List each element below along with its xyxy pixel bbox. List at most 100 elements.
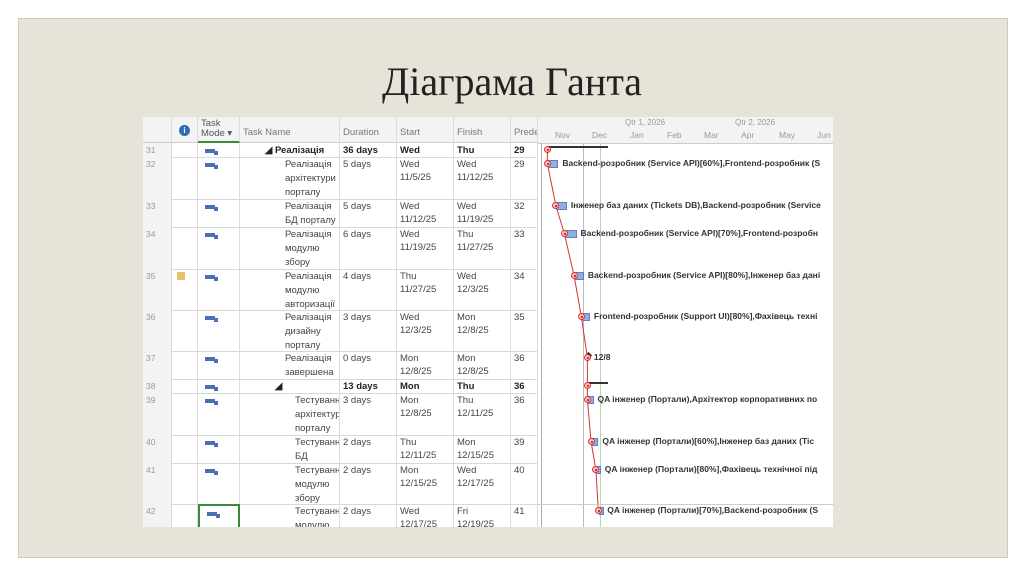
table-row[interactable]: 39 Тестування архітектури порталу3 daysMo… <box>143 393 538 436</box>
task-mode-cell[interactable] <box>198 310 240 351</box>
table-row[interactable]: 37 Реалізація завершена 0 days Mon 12/8/25 M… <box>143 351 538 380</box>
task-mode-cell[interactable] <box>198 504 240 527</box>
start-cell[interactable]: Wed 11/5/25 <box>397 157 454 199</box>
predecessors-cell[interactable]: 35 <box>511 310 538 351</box>
task-mode-cell[interactable] <box>198 227 240 269</box>
task-mode-cell[interactable] <box>198 435 240 463</box>
predecessors-cell[interactable]: 29 <box>511 143 538 157</box>
task-name-cell[interactable]: ◢ Реалізація <box>240 143 340 157</box>
start-cell[interactable]: Mon 12/8/25 <box>397 379 454 393</box>
task-name-cell[interactable]: Тестування модулю <box>240 504 340 527</box>
task-mode-cell[interactable] <box>198 379 240 393</box>
table-row[interactable]: 33 Реалізація БД порталу 5 days Wed 11/12/2… <box>143 199 538 228</box>
table-row[interactable]: 36 Реалізація дизайну порталу 3 days Wed 12… <box>143 310 538 352</box>
task-mode-cell[interactable] <box>198 143 240 157</box>
summary-bar[interactable] <box>547 146 609 148</box>
predecessors-cell[interactable]: 34 <box>511 269 538 310</box>
task-name-cell[interactable]: Реалізація архітектури порталу <box>240 157 340 199</box>
task-name-cell[interactable]: Реалізація БД порталу <box>240 199 340 227</box>
row-number[interactable]: 42 <box>143 504 172 527</box>
row-number[interactable]: 39 <box>143 393 172 435</box>
row-number[interactable]: 40 <box>143 435 172 463</box>
predecessors-header[interactable]: Predec <box>511 117 538 143</box>
table-row[interactable]: 31 ◢ Реалізація36 daysWed 11/5/25Thu 12/2… <box>143 143 538 158</box>
finish-cell[interactable]: Mon 12/8/25 <box>454 351 511 379</box>
duration-cell[interactable]: 13 days <box>340 379 397 393</box>
row-number[interactable]: 41 <box>143 463 172 504</box>
finish-cell[interactable]: Thu 12/25/25 <box>454 379 511 393</box>
task-name-cell[interactable]: ◢ Тестування <box>240 379 340 393</box>
finish-cell[interactable]: Mon 12/15/25 <box>454 435 511 463</box>
start-cell[interactable]: Wed 11/12/25 <box>397 199 454 227</box>
finish-cell[interactable]: Thu 12/25/25 <box>454 143 511 157</box>
duration-cell[interactable]: 0 days <box>340 351 397 379</box>
table-row[interactable]: 34 Реалізація модулю збору даних6 daysWed… <box>143 227 538 270</box>
task-name-cell[interactable]: Тестування модулю збору <box>240 463 340 504</box>
predecessors-cell[interactable]: 29 <box>511 157 538 199</box>
finish-cell[interactable]: Fri 12/19/25 <box>454 504 511 527</box>
duration-cell[interactable]: 6 days <box>340 227 397 269</box>
finish-cell[interactable]: Wed 12/3/25 <box>454 269 511 310</box>
start-cell[interactable]: Thu 11/27/25 <box>397 269 454 310</box>
start-cell[interactable]: Wed 11/5/25 <box>397 143 454 157</box>
finish-cell[interactable]: Thu 11/27/25 <box>454 227 511 269</box>
task-mode-cell[interactable] <box>198 199 240 227</box>
predecessors-cell[interactable]: 36 <box>511 351 538 379</box>
finish-cell[interactable]: Thu 12/11/25 <box>454 393 511 435</box>
start-cell[interactable]: Mon 12/8/25 <box>397 393 454 435</box>
start-cell[interactable]: Mon 12/15/25 <box>397 463 454 504</box>
table-row[interactable]: 42 Тестування модулю2 daysWed 12/17/25Fri… <box>143 504 538 527</box>
finish-cell[interactable]: Wed 11/19/25 <box>454 199 511 227</box>
table-row[interactable]: 40 Тестування БД2 daysThu 12/11/25Mon 12/… <box>143 435 538 464</box>
predecessors-cell[interactable]: 32 <box>511 199 538 227</box>
table-row[interactable]: 35 Реалізація модулю авторизації 4 days Thu… <box>143 269 538 311</box>
finish-cell[interactable]: Wed 12/17/25 <box>454 463 511 504</box>
task-name-cell[interactable]: Тестування БД <box>240 435 340 463</box>
duration-cell[interactable]: 3 days <box>340 393 397 435</box>
start-cell[interactable]: Wed 11/19/25 <box>397 227 454 269</box>
start-cell[interactable]: Wed 12/3/25 <box>397 310 454 351</box>
duration-header[interactable]: Duration <box>340 117 397 143</box>
duration-cell[interactable]: 2 days <box>340 504 397 527</box>
row-number[interactable]: 32 <box>143 157 172 199</box>
row-number[interactable]: 33 <box>143 199 172 227</box>
row-number[interactable]: 37 <box>143 351 172 379</box>
predecessors-cell[interactable]: 36 <box>511 393 538 435</box>
table-row[interactable]: 38 ◢ Тестування13 daysMon 12/8/25Thu 12/2… <box>143 379 538 394</box>
predecessors-cell[interactable]: 41 <box>511 504 538 527</box>
row-number[interactable]: 31 <box>143 143 172 157</box>
task-name-cell[interactable]: Реалізація дизайну порталу <box>240 310 340 351</box>
duration-cell[interactable]: 5 days <box>340 199 397 227</box>
row-number[interactable]: 36 <box>143 310 172 351</box>
task-name-cell[interactable]: Тестування архітектури порталу <box>240 393 340 435</box>
task-mode-cell[interactable] <box>198 393 240 435</box>
row-number[interactable]: 38 <box>143 379 172 393</box>
duration-cell[interactable]: 3 days <box>340 310 397 351</box>
finish-header[interactable]: Finish <box>454 117 511 143</box>
task-mode-cell[interactable] <box>198 351 240 379</box>
duration-cell[interactable]: 2 days <box>340 435 397 463</box>
task-mode-cell[interactable] <box>198 269 240 310</box>
start-cell[interactable]: Wed 12/17/25 <box>397 504 454 527</box>
start-cell[interactable]: Thu 12/11/25 <box>397 435 454 463</box>
finish-cell[interactable]: Wed 11/12/25 <box>454 157 511 199</box>
task-mode-cell[interactable] <box>198 157 240 199</box>
row-number[interactable]: 34 <box>143 227 172 269</box>
duration-cell[interactable]: 36 days <box>340 143 397 157</box>
duration-cell[interactable]: 2 days <box>340 463 397 504</box>
finish-cell[interactable]: Mon 12/8/25 <box>454 310 511 351</box>
task-name-header[interactable]: Task Name <box>240 117 340 143</box>
task-name-cell[interactable]: Реалізація модулю збору даних <box>240 227 340 269</box>
summary-bar[interactable] <box>587 382 609 384</box>
duration-cell[interactable]: 4 days <box>340 269 397 310</box>
predecessors-cell[interactable]: 33 <box>511 227 538 269</box>
task-mode-cell[interactable] <box>198 463 240 504</box>
table-row[interactable]: 41 Тестування модулю збору2 daysMon 12/15… <box>143 463 538 505</box>
note-icon[interactable] <box>177 272 185 280</box>
table-row[interactable]: 32 Реалізація архітектури порталу 5 days We… <box>143 157 538 200</box>
predecessors-cell[interactable]: 39 <box>511 435 538 463</box>
duration-cell[interactable]: 5 days <box>340 157 397 199</box>
indicators-header[interactable]: i <box>172 117 198 143</box>
start-cell[interactable]: Mon 12/8/25 <box>397 351 454 379</box>
row-number[interactable]: 35 <box>143 269 172 310</box>
